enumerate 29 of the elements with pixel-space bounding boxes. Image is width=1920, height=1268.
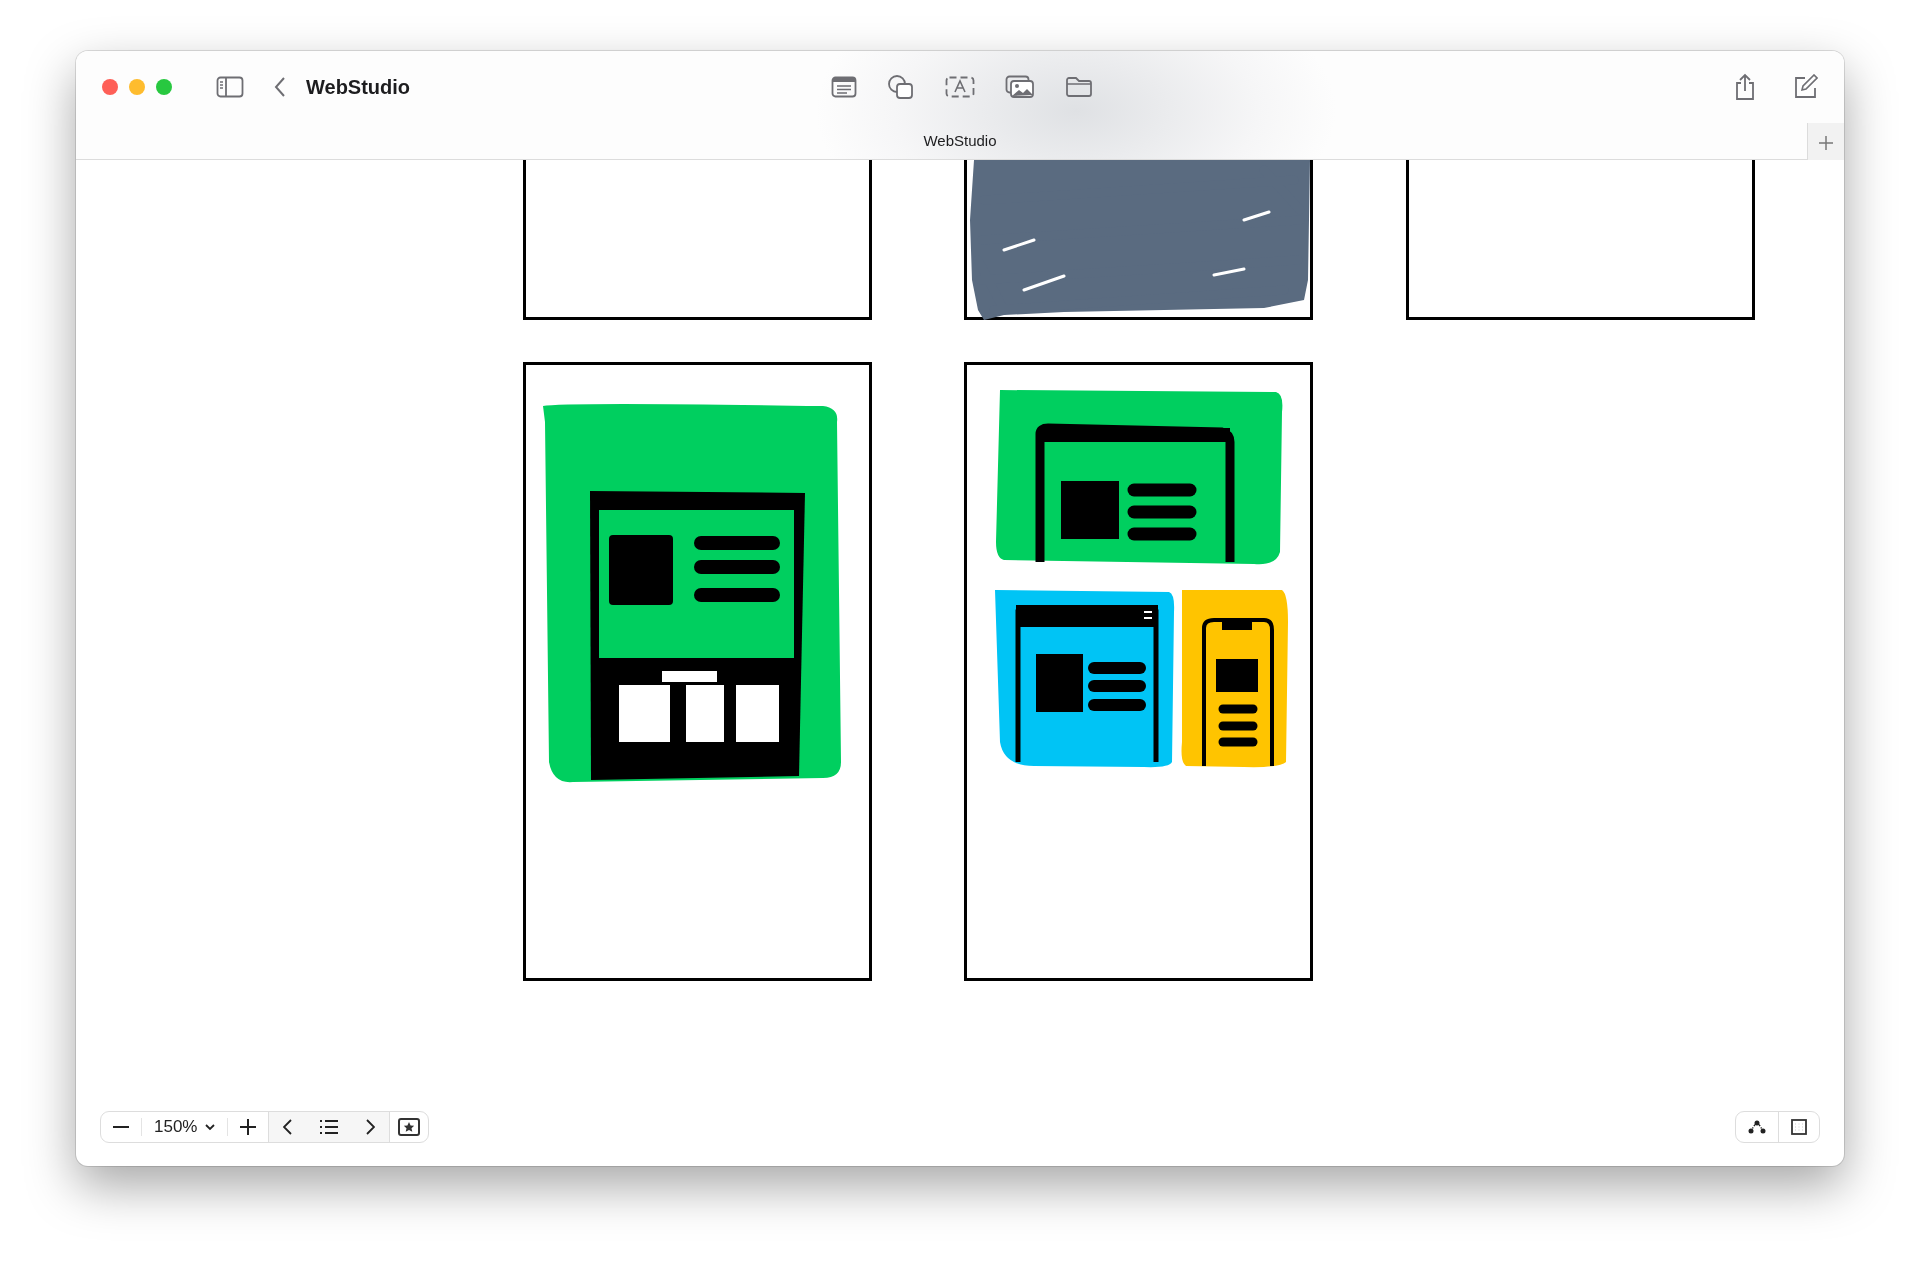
sidebar-icon bbox=[216, 76, 244, 98]
canvas-frame[interactable] bbox=[1406, 160, 1755, 320]
close-button[interactable] bbox=[102, 79, 118, 95]
chevron-left-icon bbox=[283, 1119, 293, 1135]
connector-nodes-icon bbox=[1748, 1120, 1766, 1134]
zoom-level-value: 150% bbox=[154, 1116, 198, 1139]
window-title: WebStudio bbox=[306, 75, 411, 100]
shapes-icon bbox=[887, 74, 915, 100]
plus-icon bbox=[1819, 135, 1833, 150]
note-icon bbox=[831, 76, 857, 98]
canvas-frame[interactable] bbox=[964, 362, 1313, 981]
star-box-icon bbox=[398, 1118, 421, 1136]
grid-icon bbox=[1791, 1119, 1807, 1135]
new-tab-button[interactable] bbox=[1807, 123, 1844, 160]
canvas-frame[interactable] bbox=[523, 160, 872, 320]
chevron-right-icon bbox=[366, 1119, 376, 1135]
compose-icon bbox=[1792, 74, 1818, 100]
caret-icon bbox=[205, 1123, 216, 1131]
share-icon bbox=[1734, 73, 1756, 101]
folder-icon bbox=[1065, 76, 1093, 98]
tab-title[interactable]: WebStudio bbox=[923, 130, 997, 153]
plus-icon bbox=[240, 1119, 257, 1135]
text-frame-icon bbox=[945, 76, 975, 98]
zoom-level-dropdown[interactable]: 150% bbox=[141, 1118, 229, 1136]
canvas-frame[interactable] bbox=[523, 362, 872, 981]
list-icon bbox=[320, 1120, 339, 1134]
photos-icon bbox=[1005, 75, 1035, 99]
minus-icon bbox=[113, 1126, 129, 1128]
chevron-left-icon bbox=[274, 76, 286, 98]
